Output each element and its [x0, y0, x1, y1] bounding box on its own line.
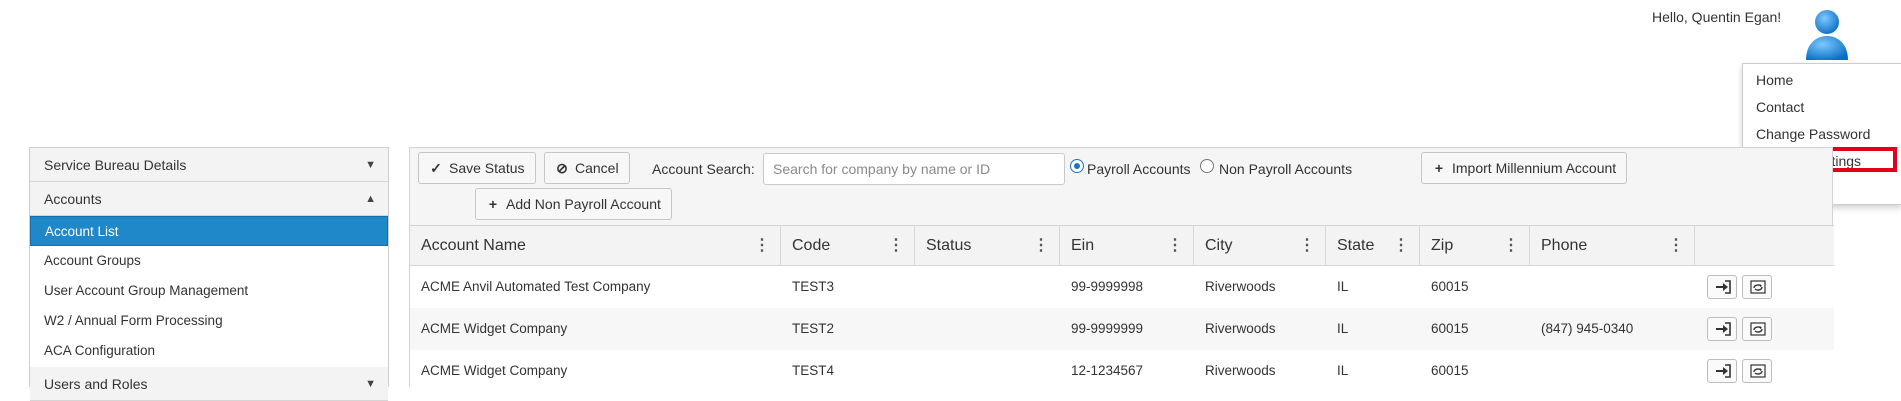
- column-header-label: City: [1205, 237, 1233, 254]
- payroll-accounts-radio[interactable]: [1070, 159, 1084, 173]
- cell-city: Riverwoods: [1205, 363, 1276, 378]
- cell-code: TEST2: [792, 321, 835, 336]
- column-header-zip[interactable]: Zip ⋮: [1420, 226, 1530, 266]
- cell-code: TEST4: [792, 363, 835, 378]
- table-row[interactable]: ACME Anvil Automated Test Company TEST3 …: [410, 266, 1834, 308]
- login-icon[interactable]: [1707, 275, 1737, 299]
- cell-phone: [1530, 350, 1541, 392]
- refresh-icon[interactable]: [1742, 317, 1772, 341]
- column-header-label: Status: [926, 237, 972, 254]
- import-millennium-account-button[interactable]: + Import Millennium Account: [1421, 152, 1628, 184]
- cell-city: Riverwoods: [1205, 321, 1276, 336]
- cell-account-name: ACME Anvil Automated Test Company: [421, 279, 651, 294]
- cell-zip: 60015: [1431, 321, 1469, 336]
- sidebar-section-users-and-roles[interactable]: Users and Roles ▼: [30, 367, 388, 401]
- sidebar-section-label: Service Bureau Details: [44, 157, 187, 173]
- cell-code: TEST3: [792, 279, 835, 294]
- add-non-payroll-account-button[interactable]: + Add Non Payroll Account: [475, 188, 672, 220]
- column-menu-icon[interactable]: ⋮: [1167, 226, 1183, 266]
- sidebar-item-account-list[interactable]: Account List: [30, 216, 388, 246]
- plus-icon: +: [488, 196, 498, 212]
- column-menu-icon[interactable]: ⋮: [1668, 226, 1684, 266]
- column-header-label: Phone: [1541, 237, 1588, 254]
- column-header-label: State: [1337, 237, 1375, 254]
- non-payroll-accounts-label: Non Payroll Accounts: [1219, 161, 1353, 177]
- sidebar-section-accounts[interactable]: Accounts ▲: [30, 182, 388, 216]
- column-menu-icon[interactable]: ⋮: [754, 226, 770, 266]
- cell-state: IL: [1337, 279, 1349, 294]
- caret-down-icon: ▼: [365, 378, 376, 390]
- column-header-label: Account Name: [421, 237, 526, 254]
- add-non-payroll-label: Add Non Payroll Account: [506, 196, 661, 212]
- column-header-phone[interactable]: Phone ⋮: [1530, 226, 1695, 266]
- payroll-accounts-label: Payroll Accounts: [1087, 161, 1191, 177]
- save-status-label: Save Status: [449, 160, 525, 176]
- cell-zip: 60015: [1431, 279, 1469, 294]
- sidebar-item-user-account-group-management[interactable]: User Account Group Management: [30, 276, 388, 306]
- accounts-grid: Account Name ⋮ Code ⋮ Status ⋮ Ein ⋮ Cit…: [410, 225, 1834, 388]
- cell-status: [915, 266, 926, 308]
- cell-state: IL: [1337, 321, 1349, 336]
- cancel-button[interactable]: ⊘ Cancel: [544, 152, 630, 184]
- table-row[interactable]: ACME Widget Company TEST4 12-1234567 Riv…: [410, 350, 1834, 392]
- cell-city: Riverwoods: [1205, 279, 1276, 294]
- cell-phone: [1530, 266, 1541, 308]
- column-header-actions: [1695, 226, 1834, 266]
- refresh-icon[interactable]: [1742, 359, 1772, 383]
- check-icon: ✓: [430, 160, 442, 176]
- menu-item-contact[interactable]: Contact: [1743, 94, 1901, 120]
- cancel-icon: ⊘: [556, 160, 568, 176]
- sidebar-section-label: Accounts: [44, 191, 102, 207]
- user-avatar-icon[interactable]: [1798, 4, 1856, 62]
- login-icon[interactable]: [1707, 359, 1737, 383]
- cell-ein: 99-9999999: [1071, 321, 1144, 336]
- cancel-label: Cancel: [575, 160, 619, 176]
- sidebar-item-account-groups[interactable]: Account Groups: [30, 246, 388, 276]
- cell-status: [915, 350, 926, 392]
- import-millennium-label: Import Millennium Account: [1452, 160, 1617, 176]
- cell-account-name: ACME Widget Company: [421, 321, 568, 336]
- cell-ein: 12-1234567: [1071, 363, 1144, 378]
- column-menu-icon[interactable]: ⋮: [888, 226, 904, 266]
- column-menu-icon[interactable]: ⋮: [1033, 226, 1049, 266]
- table-row[interactable]: ACME Widget Company TEST2 99-9999999 Riv…: [410, 308, 1834, 350]
- cell-state: IL: [1337, 363, 1349, 378]
- column-header-code[interactable]: Code ⋮: [781, 226, 915, 266]
- plus-icon: +: [1434, 160, 1444, 176]
- login-icon[interactable]: [1707, 317, 1737, 341]
- column-header-account-name[interactable]: Account Name ⋮: [410, 226, 781, 266]
- save-status-button[interactable]: ✓ Save Status: [418, 152, 536, 184]
- sidebar-section-service-bureau[interactable]: Service Bureau Details ▼: [30, 148, 388, 182]
- sidebar: Service Bureau Details ▼ Accounts ▲ Acco…: [29, 147, 389, 401]
- account-list-panel: ✓ Save Status ⊘ Cancel Account Search: Pay…: [409, 147, 1834, 388]
- cell-ein: 99-9999998: [1071, 279, 1144, 294]
- cell-account-name: ACME Widget Company: [421, 363, 568, 378]
- column-header-ein[interactable]: Ein ⋮: [1060, 226, 1194, 266]
- menu-item-change-password[interactable]: Change Password: [1743, 121, 1901, 147]
- non-payroll-accounts-radio[interactable]: [1200, 159, 1214, 173]
- sidebar-section-label: Users and Roles: [44, 376, 148, 392]
- column-header-city[interactable]: City ⋮: [1194, 226, 1326, 266]
- account-search-label: Account Search:: [652, 161, 755, 177]
- cell-zip: 60015: [1431, 363, 1469, 378]
- column-menu-icon[interactable]: ⋮: [1393, 226, 1409, 266]
- column-header-label: Code: [792, 237, 831, 254]
- column-menu-icon[interactable]: ⋮: [1299, 226, 1315, 266]
- sidebar-item-w2-annual-form-processing[interactable]: W2 / Annual Form Processing: [30, 306, 388, 336]
- column-header-label: Zip: [1431, 237, 1454, 254]
- greeting-text: Hello, Quentin Egan!: [1652, 9, 1782, 25]
- refresh-icon[interactable]: [1742, 275, 1772, 299]
- caret-up-icon: ▲: [365, 193, 376, 205]
- account-search-input[interactable]: [763, 153, 1065, 185]
- cell-status: [915, 308, 926, 350]
- column-header-status[interactable]: Status ⋮: [915, 226, 1060, 266]
- cell-phone: (847) 945-0340: [1541, 321, 1634, 336]
- column-header-label: Ein: [1071, 237, 1095, 254]
- grid-header: Account Name ⋮ Code ⋮ Status ⋮ Ein ⋮ Cit…: [410, 226, 1834, 266]
- column-menu-icon[interactable]: ⋮: [1503, 226, 1519, 266]
- column-header-state[interactable]: State ⋮: [1326, 226, 1420, 266]
- sidebar-item-aca-configuration[interactable]: ACA Configuration: [30, 336, 388, 366]
- menu-item-home[interactable]: Home: [1743, 67, 1901, 93]
- caret-down-icon: ▼: [365, 159, 376, 171]
